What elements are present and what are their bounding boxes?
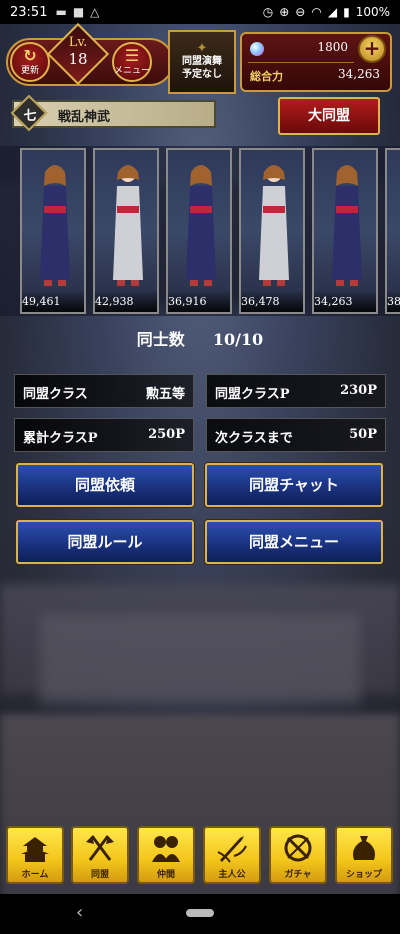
nav-alliance[interactable]: 同盟 [71, 826, 129, 884]
character-figure [40, 165, 70, 286]
level-text: Lv. 18 [52, 36, 104, 69]
alliance-menu-button[interactable]: 同盟メニュー [205, 520, 383, 564]
battery-icon: ▮ [343, 5, 350, 19]
hamburger-icon: ☰ [124, 46, 140, 65]
member-power: 49,461 [22, 290, 84, 312]
nav-home[interactable]: ホーム [6, 826, 64, 884]
alliance-rank-glyph: 七 [23, 109, 37, 124]
character-figure [332, 165, 362, 286]
alliance-class-value: 勲五等 [145, 387, 185, 402]
alarm-icon: ◷ [262, 5, 274, 19]
character-figure [113, 165, 143, 286]
next-class-value: 50P [349, 427, 377, 442]
alliance-rules-button[interactable]: 同盟ルール [16, 520, 194, 564]
grand-alliance-button[interactable]: 大同盟 [278, 97, 380, 135]
total-power-label: 総合力 [250, 70, 283, 83]
menu-button[interactable]: ☰ メニュー [112, 42, 152, 82]
gem-orb-icon [250, 42, 264, 56]
home-pill-icon[interactable] [186, 909, 214, 917]
member-card[interactable]: 36,916 [166, 148, 232, 314]
people-icon [152, 836, 180, 862]
member-power: 38 [387, 290, 400, 312]
alliance-class-points-value: 230P [340, 383, 377, 398]
member-count-label: 同士数 [136, 330, 185, 349]
member-power: 36,916 [168, 290, 230, 312]
sync-icon: ⊕ [279, 5, 290, 19]
alliance-name: 戦乱神武 [58, 110, 111, 125]
character-figure [186, 165, 216, 286]
bed-icon: ▬ [55, 5, 67, 19]
member-card[interactable]: 36,478 [239, 148, 305, 314]
alliance-event-panel[interactable]: ✦ 同盟演舞 予定なし [168, 30, 236, 94]
crossed-flags-icon [86, 835, 114, 861]
character-figure [395, 160, 400, 292]
add-gems-button[interactable]: + [358, 35, 386, 63]
battery-percent: 100% [355, 5, 390, 19]
alliance-class-points-row: 同盟クラスP 230P [206, 374, 386, 408]
dnd-icon: ⊖ [295, 5, 306, 19]
video-icon: ■ [72, 5, 85, 19]
character-figure [259, 165, 289, 286]
brush-emblem-icon: ✦ [196, 41, 208, 56]
system-status-bar: 23:51 ▬ ■ △ ◷ ⊕ ⊖ ◠ ◢ ▮ 100% [0, 0, 400, 24]
member-count-value: 10/10 [212, 330, 264, 349]
member-carousel[interactable]: 49,461 42,938 36,916 36,478 34,263 38 [0, 146, 400, 316]
drive-icon: △ [90, 5, 100, 19]
bottom-navigation: ホーム 同盟 仲間 主人公 ガチャ ショップ [0, 822, 400, 888]
back-icon[interactable]: ‹ [76, 902, 83, 923]
sword-icon [217, 836, 247, 863]
member-count: 同士数 10/10 [0, 326, 400, 350]
alliance-chat-button[interactable]: 同盟チャット [205, 463, 383, 507]
system-navigation-bar: ‹ [0, 894, 400, 934]
refresh-button[interactable]: ↻ 更新 [10, 42, 50, 82]
gacha-icon [284, 834, 312, 862]
member-power: 36,478 [241, 290, 303, 312]
money-bag-icon [353, 836, 375, 860]
member-card[interactable]: 42,938 [93, 148, 159, 314]
nav-shop[interactable]: ショップ [335, 826, 393, 884]
alliance-name-bar: 七 戦乱神武 [10, 94, 216, 132]
level-value: 18 [68, 50, 88, 68]
total-power-value: 34,263 [338, 67, 380, 81]
total-class-points-row: 累計クラスP 250P [14, 418, 194, 452]
signal-icon: ◢ [327, 5, 338, 19]
total-class-points-value: 250P [148, 427, 185, 442]
member-card[interactable]: 34,263 [312, 148, 378, 314]
nav-protagonist[interactable]: 主人公 [203, 826, 261, 884]
alliance-request-button[interactable]: 同盟依頼 [16, 463, 194, 507]
member-power: 34,263 [314, 290, 376, 312]
resources-panel: 1800 総合力 34,263 + [240, 32, 392, 92]
member-card[interactable]: 49,461 [20, 148, 86, 314]
refresh-icon: ↻ [23, 46, 37, 65]
top-header: ↻ 更新 Lv. 18 ☰ メニュー ✦ 同盟演舞 予定なし 1800 総合力 … [4, 22, 396, 94]
alliance-class-row: 同盟クラス 勲五等 [14, 374, 194, 408]
wifi-icon: ◠ [311, 5, 322, 19]
gem-count: 1800 [317, 40, 348, 54]
nav-companions[interactable]: 仲間 [137, 826, 195, 884]
castle-icon [21, 837, 49, 862]
member-power: 42,938 [95, 290, 157, 312]
clock: 23:51 [10, 4, 48, 20]
nav-gacha[interactable]: ガチャ [269, 826, 327, 884]
member-card[interactable]: 38 [385, 148, 400, 314]
next-class-row: 次クラスまで 50P [206, 418, 386, 452]
